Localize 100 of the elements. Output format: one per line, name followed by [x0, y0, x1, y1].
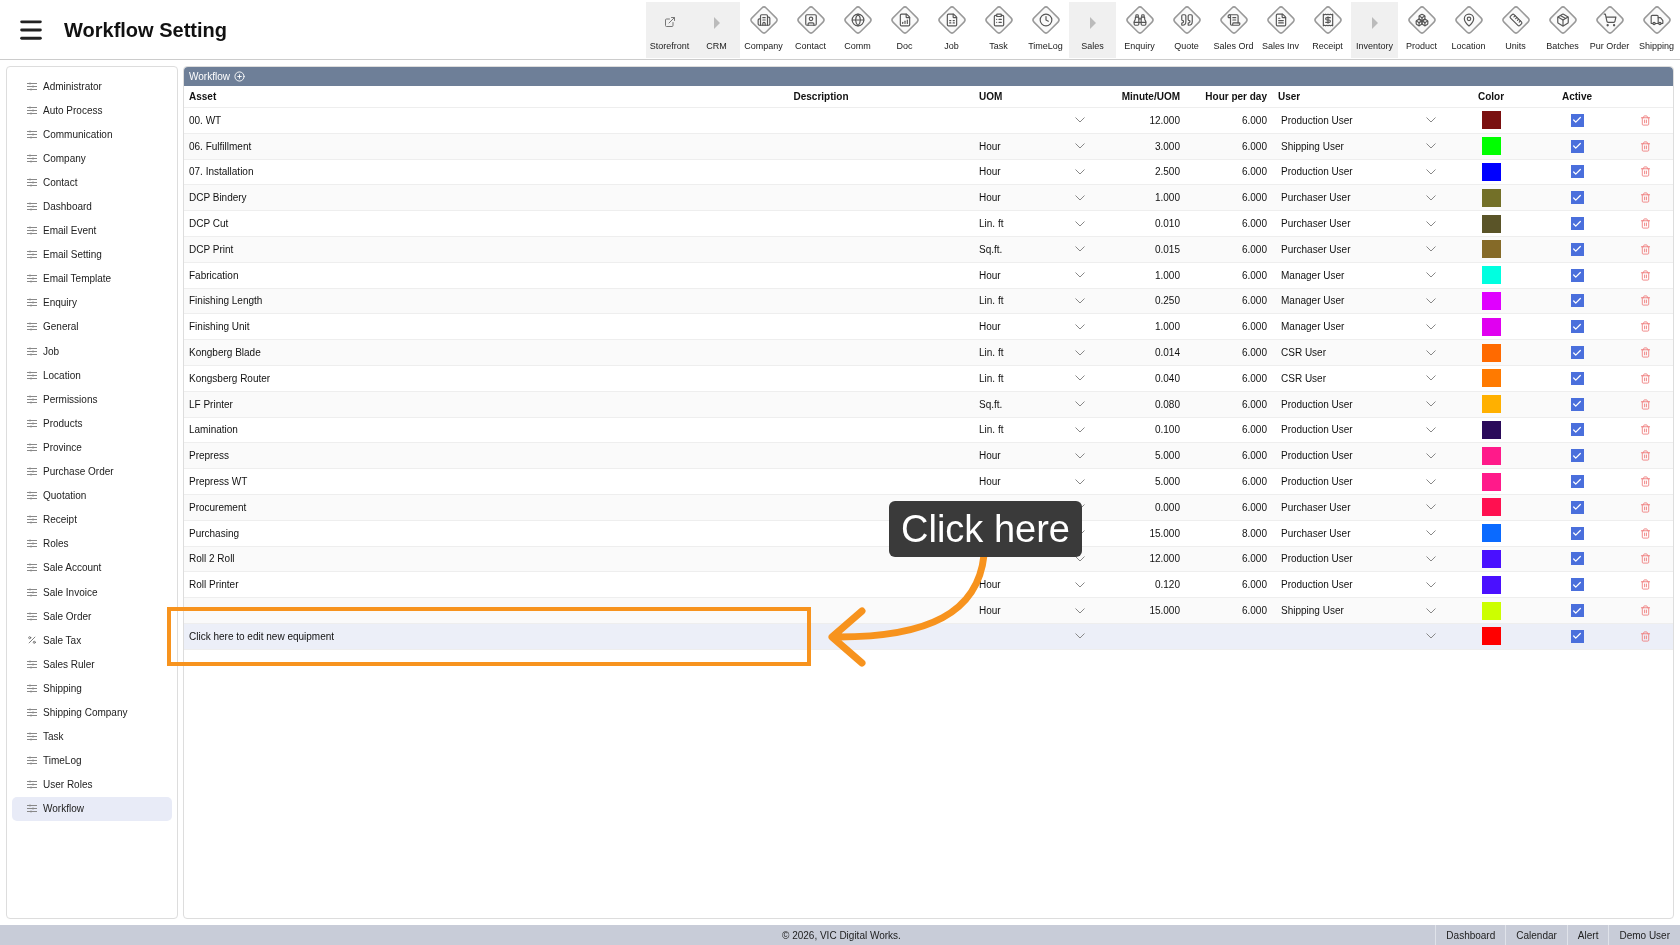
- uom-select[interactable]: Hour: [916, 190, 1091, 206]
- sidebar-item[interactable]: Company: [12, 146, 172, 171]
- delete-icon[interactable]: [1640, 140, 1651, 152]
- footer-link[interactable]: Dashboard: [1435, 925, 1506, 945]
- toolbar-button[interactable]: Product: [1398, 1, 1445, 58]
- sidebar-item[interactable]: Workflow: [12, 796, 172, 821]
- toolbar-button[interactable]: Contact: [787, 1, 834, 58]
- uom-select[interactable]: Hour: [916, 577, 1091, 593]
- toolbar-button[interactable]: Enquiry: [1116, 1, 1163, 58]
- table-row[interactable]: DCP Bindery Hour 1.000 6.000 Purchaser User: [184, 185, 1673, 212]
- table-row[interactable]: Finishing Length Lin. ft 0.250 6.000 Manager User: [184, 288, 1673, 315]
- table-row[interactable]: LF Printer Sq.ft. 0.080 6.000 Production User: [184, 391, 1673, 418]
- sidebar-item[interactable]: Quotation: [12, 483, 172, 508]
- table-row[interactable]: Click here to edit new equipment: [184, 623, 1673, 650]
- table-row[interactable]: Kongberg Blade Lin. ft 0.014 6.000 CSR User: [184, 340, 1673, 366]
- color-swatch[interactable]: [1481, 498, 1501, 517]
- delete-icon[interactable]: [1640, 347, 1651, 359]
- user-select[interactable]: Purchaser User: [1267, 499, 1446, 515]
- toolbar-section[interactable]: Inventory: [1351, 1, 1398, 58]
- user-select[interactable]: Shipping User: [1267, 603, 1446, 619]
- active-checkbox[interactable]: [1570, 552, 1584, 566]
- active-checkbox[interactable]: [1570, 346, 1584, 360]
- sidebar-item[interactable]: Sale Order: [12, 604, 172, 629]
- add-icon[interactable]: [233, 71, 245, 82]
- sidebar-item[interactable]: Auto Process: [12, 98, 172, 123]
- user-select[interactable]: Production User: [1267, 396, 1446, 412]
- toolbar-button[interactable]: Company: [740, 1, 787, 58]
- color-swatch[interactable]: [1481, 291, 1501, 310]
- uom-select[interactable]: Hour: [916, 164, 1091, 180]
- sidebar-item[interactable]: Shipping: [12, 676, 172, 701]
- user-select[interactable]: CSR User: [1267, 370, 1446, 386]
- toolbar-button[interactable]: Sales Inv: [1257, 1, 1304, 58]
- user-select[interactable]: Production User: [1267, 551, 1446, 567]
- user-select[interactable]: Production User: [1267, 422, 1446, 438]
- sidebar-item[interactable]: Shipping Company: [12, 700, 172, 725]
- active-checkbox[interactable]: [1570, 604, 1584, 618]
- sidebar-item[interactable]: Location: [12, 363, 172, 388]
- sidebar-item[interactable]: Receipt: [12, 507, 172, 532]
- delete-icon[interactable]: [1640, 476, 1651, 488]
- sidebar-item[interactable]: Province: [12, 435, 172, 460]
- color-swatch[interactable]: [1481, 317, 1501, 336]
- uom-select[interactable]: Lin. ft: [916, 370, 1091, 386]
- sidebar-item[interactable]: Email Setting: [12, 242, 172, 267]
- table-row[interactable]: Hour 15.000 6.000 Shipping User: [184, 598, 1673, 624]
- uom-select[interactable]: Hour: [916, 603, 1091, 619]
- active-checkbox[interactable]: [1570, 191, 1584, 205]
- color-swatch[interactable]: [1481, 163, 1501, 181]
- sidebar-item[interactable]: Sale Account: [12, 555, 172, 580]
- toolbar-section[interactable]: CRM: [693, 1, 740, 58]
- active-checkbox[interactable]: [1570, 217, 1584, 231]
- table-row[interactable]: DCP Print Sq.ft. 0.015 6.000 Purchaser User: [184, 237, 1673, 263]
- sidebar-item[interactable]: Sale Invoice: [12, 579, 172, 605]
- sidebar-item[interactable]: Sale Tax: [12, 628, 172, 653]
- uom-select[interactable]: Lin. ft: [916, 293, 1091, 309]
- color-swatch[interactable]: [1481, 446, 1501, 465]
- uom-select[interactable]: Lin. ft: [916, 216, 1091, 232]
- sidebar-item[interactable]: Permissions: [12, 387, 172, 412]
- color-swatch[interactable]: [1481, 524, 1501, 543]
- toolbar-button[interactable]: Storefront: [646, 1, 693, 58]
- active-checkbox[interactable]: [1570, 423, 1584, 437]
- active-checkbox[interactable]: [1570, 526, 1584, 540]
- sidebar-item[interactable]: Communication: [12, 122, 172, 147]
- toolbar-button[interactable]: Quote: [1163, 1, 1210, 58]
- delete-icon[interactable]: [1640, 269, 1651, 281]
- sidebar-item[interactable]: Dashboard: [12, 194, 172, 219]
- footer-link[interactable]: Alert: [1566, 925, 1609, 945]
- delete-icon[interactable]: [1640, 321, 1651, 333]
- uom-select[interactable]: Hour: [916, 474, 1091, 490]
- active-checkbox[interactable]: [1570, 294, 1584, 308]
- delete-icon[interactable]: [1640, 114, 1651, 126]
- color-swatch[interactable]: [1481, 188, 1501, 207]
- active-checkbox[interactable]: [1570, 500, 1584, 514]
- toolbar-button[interactable]: Sales Ord: [1210, 1, 1257, 58]
- color-swatch[interactable]: [1481, 369, 1501, 388]
- sidebar-item[interactable]: General: [12, 314, 172, 340]
- uom-select[interactable]: Hour: [916, 138, 1091, 154]
- user-select[interactable]: Production User: [1267, 448, 1446, 464]
- active-checkbox[interactable]: [1570, 475, 1584, 489]
- delete-icon[interactable]: [1640, 424, 1651, 436]
- sidebar-item[interactable]: Email Template: [12, 266, 172, 291]
- user-select[interactable]: Manager User: [1267, 267, 1446, 283]
- active-checkbox[interactable]: [1570, 629, 1584, 643]
- active-checkbox[interactable]: [1570, 449, 1584, 463]
- toolbar-button[interactable]: Pur Order: [1586, 1, 1633, 58]
- user-select[interactable]: Manager User: [1267, 319, 1446, 335]
- active-checkbox[interactable]: [1570, 320, 1584, 334]
- color-swatch[interactable]: [1481, 240, 1501, 259]
- delete-icon[interactable]: [1640, 398, 1651, 410]
- toolbar-button[interactable]: Shipping: [1633, 1, 1680, 58]
- delete-icon[interactable]: [1640, 501, 1651, 513]
- user-select[interactable]: Purchaser User: [1267, 525, 1446, 541]
- color-swatch[interactable]: [1481, 214, 1501, 233]
- delete-icon[interactable]: [1640, 243, 1651, 255]
- active-checkbox[interactable]: [1570, 268, 1584, 282]
- sidebar-item[interactable]: User Roles: [12, 772, 172, 797]
- toolbar-button[interactable]: Job: [928, 1, 975, 58]
- active-checkbox[interactable]: [1570, 242, 1584, 256]
- footer-link[interactable]: Demo User: [1608, 925, 1680, 945]
- user-select[interactable]: Purchaser User: [1267, 241, 1446, 257]
- color-swatch[interactable]: [1481, 472, 1501, 491]
